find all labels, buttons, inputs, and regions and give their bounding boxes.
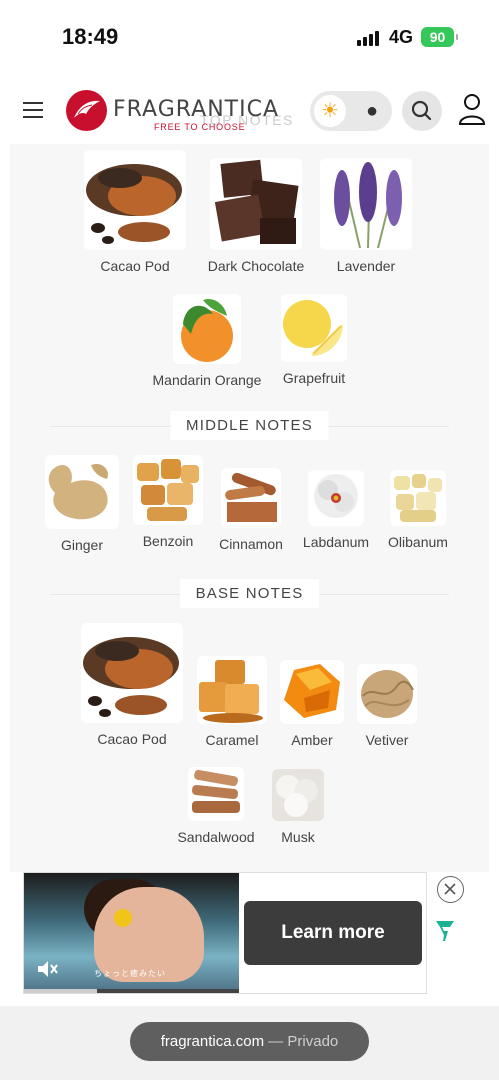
note-item[interactable]: Olibanum [386,470,450,550]
status-time: 18:49 [62,24,119,49]
note-item[interactable]: Labdanum [300,470,372,550]
note-label: Benzoin [142,533,194,549]
mute-icon[interactable] [36,959,58,979]
note-item[interactable]: Benzoin [130,455,206,549]
network-type: 4G [389,27,414,47]
brand-logo-icon[interactable] [66,90,107,131]
battery-icon: 90 [421,27,458,47]
ad-video[interactable]: ちょっと癒みたい [24,873,239,993]
battery-level: 90 [429,29,446,45]
note-item[interactable]: Mandarin Orange [148,294,266,388]
middle-notes-heading: MIDDLE NOTES [10,411,489,441]
note-item[interactable]: Sandalwood [174,767,258,845]
user-icon [458,94,486,125]
mandarin-orange-image[interactable] [173,294,241,364]
cacao-pod-image[interactable] [81,623,183,723]
vetiver-image[interactable] [357,664,417,724]
note-item[interactable]: Ginger [44,455,120,553]
note-item[interactable]: Vetiver [357,664,417,748]
theme-toggle[interactable]: ☀ ● [310,91,392,131]
section-title: MIDDLE NOTES [170,411,329,440]
ad-banner: ちょっと癒みたい Learn more [0,872,499,1006]
note-item[interactable]: Caramel [196,656,268,748]
close-icon [444,883,456,895]
benzoin-image[interactable] [133,455,203,525]
ad-caption: ちょっと癒みたい [94,969,166,978]
signal-icon [357,30,383,46]
ginger-image[interactable] [45,455,119,529]
note-item[interactable]: Cacao Pod [80,623,184,747]
note-item[interactable]: Lavender [320,158,412,274]
browser-bottom-bar: fragrantica.com — Privado [0,1006,499,1080]
note-item[interactable]: Cacao Pod [83,150,187,274]
note-item[interactable]: Musk [268,769,328,845]
search-icon [411,100,432,121]
cinnamon-image[interactable] [221,468,281,528]
olibanum-image[interactable] [390,470,446,526]
notes-pyramid: Cacao Pod Dark Chocolate Lavender Mandar… [10,144,489,872]
ad-progress [24,989,239,993]
lavender-image[interactable] [320,158,412,250]
sun-icon[interactable]: ☀ [314,95,346,127]
note-label: Sandalwood [177,829,255,845]
note-label: Labdanum [302,534,370,550]
url-domain: fragrantica.com [160,1033,265,1050]
search-button[interactable] [402,91,442,131]
note-label: Olibanum [388,534,448,550]
grapefruit-image[interactable] [281,294,347,362]
section-title: BASE NOTES [179,579,320,608]
address-bar[interactable]: fragrantica.com — Privado [130,1022,369,1061]
cacao-pod-image[interactable] [84,150,186,250]
ad-frame[interactable]: ちょっと癒みたい Learn more [23,872,427,994]
note-item[interactable]: Amber [278,660,346,748]
site-header: TOP NOTES FRAGRANTICA FREE TO CHOOSE ☀ ● [0,78,499,144]
musk-image[interactable] [272,769,324,821]
amber-image[interactable] [280,660,344,724]
labdanum-image[interactable] [308,470,364,526]
ad-progress-fill [24,989,98,993]
dark-chocolate-image[interactable] [210,158,302,250]
note-label: Caramel [205,732,259,748]
brand-tagline: FREE TO CHOOSE [154,122,246,132]
flower-icon [114,909,132,927]
brand-name[interactable]: FRAGRANTICA [113,97,279,122]
caramel-image[interactable] [197,656,267,724]
note-item[interactable]: Dark Chocolate [200,158,312,274]
note-item[interactable]: Grapefruit [276,294,352,386]
moon-icon[interactable]: ● [356,95,388,127]
status-bar: 18:49 4G 90 [0,0,499,78]
note-label: Cacao Pod [100,258,170,274]
sandalwood-image[interactable] [188,767,244,821]
note-label: Cinnamon [219,536,283,552]
note-label: Cacao Pod [97,731,167,747]
note-label: Vetiver [365,732,409,748]
close-ad-button[interactable] [437,876,464,903]
note-label: Lavender [336,258,396,274]
note-label: Dark Chocolate [207,258,305,274]
note-label: Grapefruit [282,370,346,386]
note-item[interactable]: Cinnamon [216,468,286,552]
note-label: Musk [281,829,315,845]
note-label: Amber [291,732,333,748]
learn-more-button[interactable]: Learn more [244,901,422,965]
menu-icon[interactable] [23,102,43,118]
private-mode-label: — Privado [268,1033,339,1050]
user-account-button[interactable] [456,92,488,128]
ad-network-icon[interactable] [434,919,456,943]
note-label: Ginger [60,537,104,553]
note-label: Mandarin Orange [152,372,262,388]
base-notes-heading: BASE NOTES [10,579,489,609]
